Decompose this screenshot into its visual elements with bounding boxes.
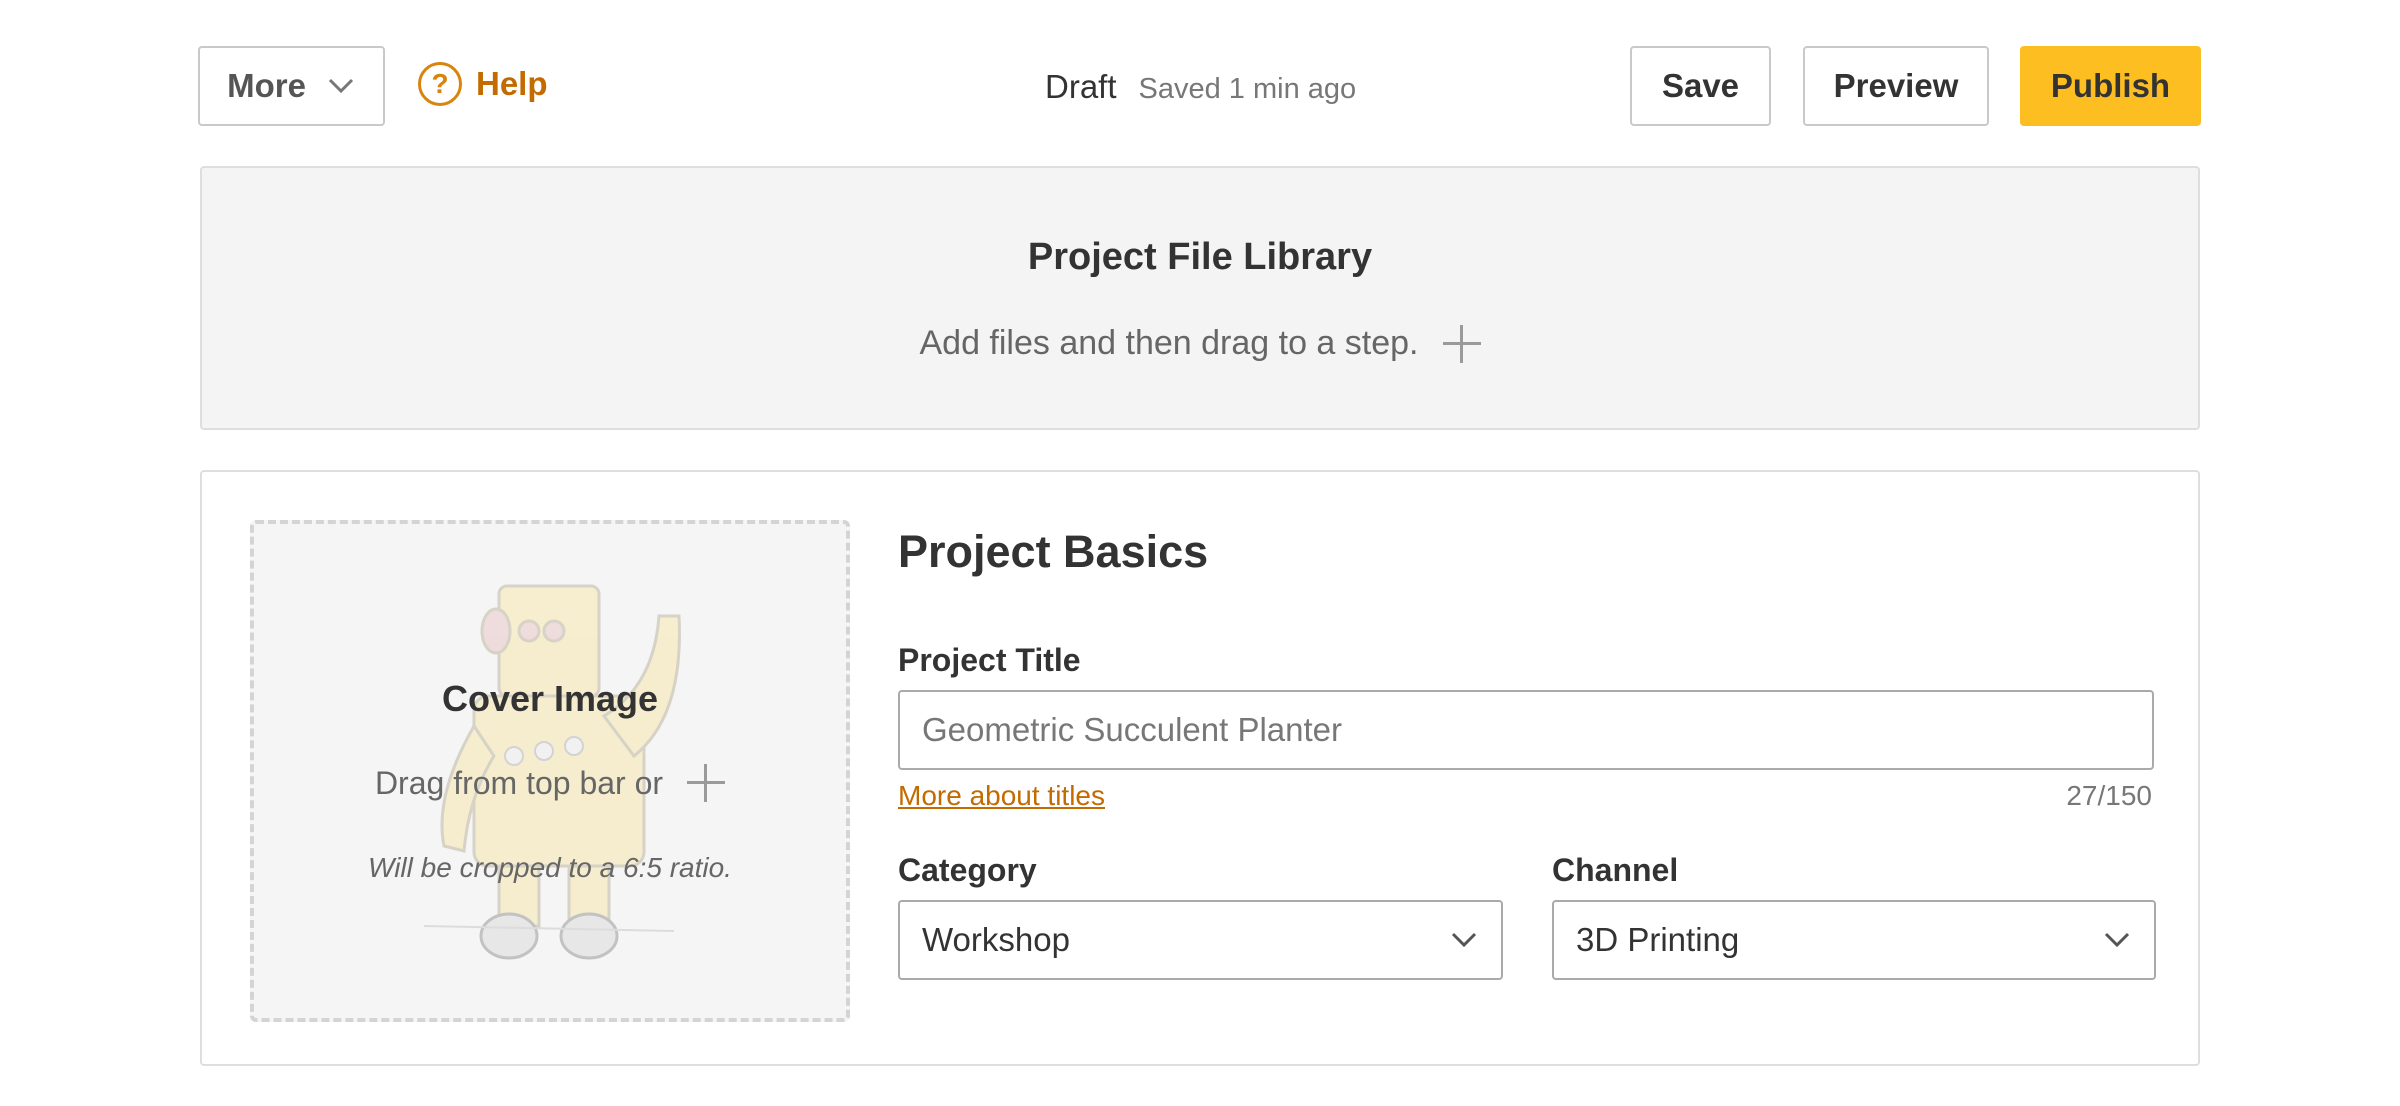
title-character-counter: 27/150 [2066,780,2152,811]
preview-button[interactable]: Preview [1803,46,1989,126]
plus-icon[interactable] [687,764,726,802]
plus-icon[interactable] [1442,324,1481,363]
library-title: Project File Library [1027,236,1373,278]
draft-status: Draft [1045,68,1117,105]
cover-image-dropzone[interactable]: Cover Image Drag from top bar or Will be… [250,520,850,1022]
cover-crop-note: Will be cropped to a 6:5 ratio. [368,852,732,883]
help-label: Help [476,65,548,102]
more-button-label: More [227,67,306,104]
channel-value: 3D Printing [1576,921,1740,958]
category-select[interactable]: Workshop [898,900,1503,980]
publish-button[interactable]: Publish [2020,46,2201,126]
channel-label: Channel [1552,852,1679,888]
top-toolbar: More ? Help Draft Saved 1 min ago Save P… [0,0,2400,150]
cover-image-title: Cover Image [441,678,659,719]
project-title-input[interactable] [898,690,2154,770]
more-button[interactable]: More [198,46,385,126]
chevron-down-icon [328,78,353,94]
more-about-titles-link[interactable]: More about titles [898,780,1105,812]
project-file-library: Project File Library Add files and then … [200,166,2200,430]
help-circle-icon: ? [418,62,462,106]
save-button[interactable]: Save [1630,46,1771,126]
project-title-label: Project Title [898,642,1081,678]
chevron-down-icon [2104,932,2130,948]
section-heading: Project Basics [898,526,1209,577]
category-label: Category [898,852,1037,888]
chevron-down-icon [1451,932,1477,948]
project-basics-card: Cover Image Drag from top bar or Will be… [200,470,2200,1066]
cover-drag-hint: Drag from top bar or [254,764,846,802]
help-link[interactable]: ? Help [418,62,548,106]
library-hint-text: Add files and then drag to a step. [919,324,1419,362]
saved-timestamp: Saved 1 min ago [1138,73,1357,105]
category-value: Workshop [922,921,1070,958]
cover-drag-text: Drag from top bar or [374,764,664,801]
save-status: Draft Saved 1 min ago [1045,68,1356,106]
channel-select[interactable]: 3D Printing [1552,900,2156,980]
library-hint: Add files and then drag to a step. [202,324,2198,363]
